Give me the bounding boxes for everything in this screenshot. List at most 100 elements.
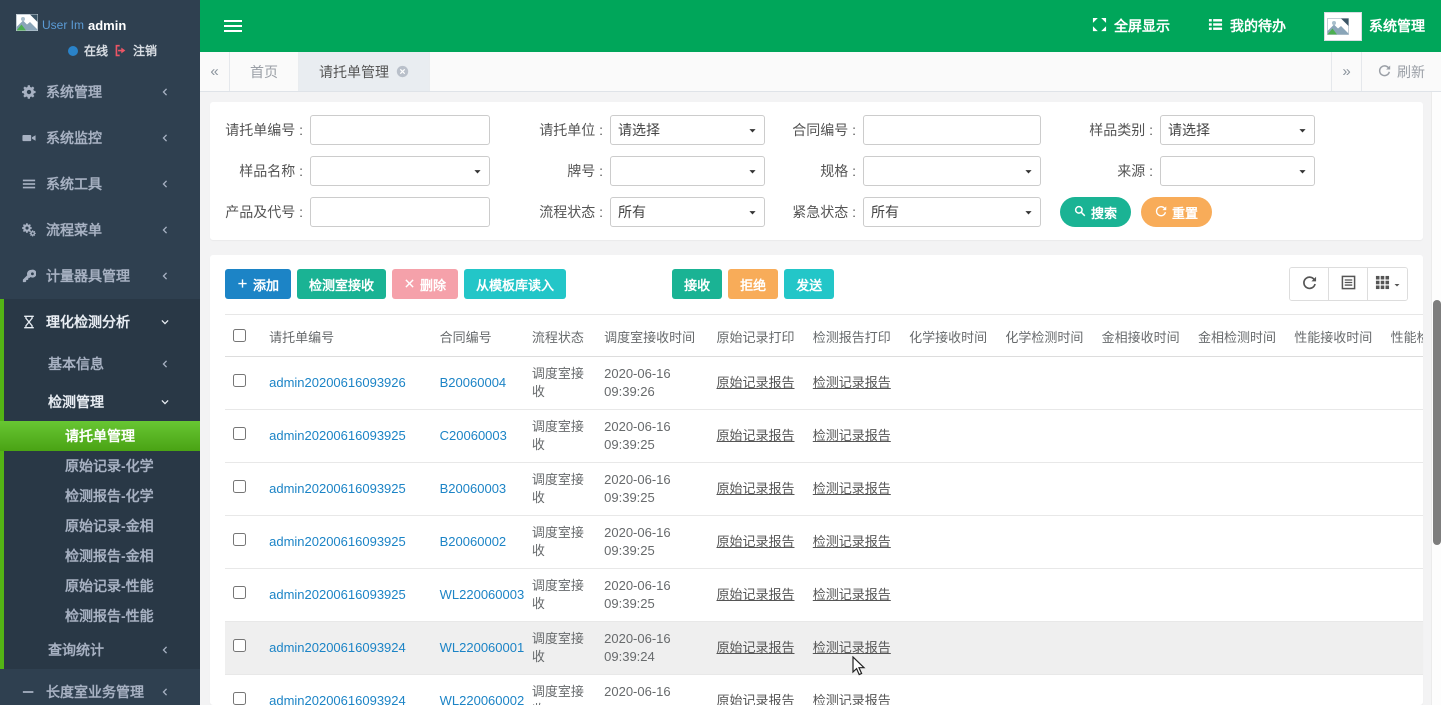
logout-link[interactable]: 注销 [133,42,157,59]
urgent-status-select[interactable]: 所有 [863,197,1041,227]
original-record-report-link[interactable]: 原始记录报告 [716,640,794,655]
contract-no-input[interactable] [863,115,1041,145]
column-header-perf-test-time[interactable]: 性能检测时间 [1382,315,1423,357]
column-header-perf-receive-time[interactable]: 性能接收时间 [1286,315,1383,357]
sidebar-item-requisition-management[interactable]: 请托单管理 [0,421,200,451]
contract-no-link[interactable]: WL220060002 [440,693,524,705]
column-header-test-report-print[interactable]: 检测报告打印 [804,315,902,357]
send-button[interactable]: 发送 [784,269,835,299]
column-header-requisition-no[interactable]: 请托单编号 [261,315,432,357]
requisition-no-link[interactable]: admin20200616093926 [269,375,406,390]
row-checkbox[interactable] [233,427,246,440]
requisition-no-input[interactable] [310,115,490,145]
requisition-no-link[interactable]: admin20200616093925 [269,534,406,549]
system-management-button[interactable]: 系统管理 [1324,11,1425,41]
contract-no-link[interactable]: B20060002 [440,534,507,549]
vertical-scrollbar[interactable] [1431,92,1441,705]
column-header-metallo-test-time[interactable]: 金相检测时间 [1189,315,1287,357]
table-refresh-button[interactable] [1290,268,1329,300]
requisition-no-link[interactable]: admin20200616093925 [269,428,406,443]
sidebar-item-system-tools[interactable]: 系统工具 [0,161,200,207]
refresh-tab-button[interactable]: 刷新 [1361,52,1441,91]
original-record-report-link[interactable]: 原始记录报告 [716,693,794,705]
sample-name-select[interactable] [310,156,490,186]
test-record-report-link[interactable]: 检测记录报告 [813,481,891,496]
my-todos-button[interactable]: 我的待办 [1208,16,1286,36]
original-record-report-link[interactable]: 原始记录报告 [716,587,794,602]
lab-receive-button[interactable]: 检测室接收 [297,269,387,299]
load-from-template-button[interactable]: 从模板库读入 [464,269,567,299]
sidebar-item-process-menu[interactable]: 流程菜单 [0,207,200,253]
test-record-report-link[interactable]: 检测记录报告 [813,587,891,602]
original-record-report-link[interactable]: 原始记录报告 [716,375,794,390]
sidebar-item-query-statistics[interactable]: 查询统计 [0,631,200,669]
row-checkbox[interactable] [233,586,246,599]
product-code-input[interactable] [310,197,490,227]
sidebar-item-measuring-instrument-management[interactable]: 计量器具管理 [0,253,200,299]
sidebar-item-test-report-metallographic[interactable]: 检测报告-金相 [0,541,200,571]
close-tab-icon[interactable] [396,65,409,78]
sidebar-item-physicochemical-analysis[interactable]: 理化检测分析 [0,299,200,345]
sidebar-item-system-management[interactable]: 系统管理 [0,69,200,115]
original-record-report-link[interactable]: 原始记录报告 [716,534,794,549]
fullscreen-button[interactable]: 全屏显示 [1092,16,1170,36]
tab-requisition-management[interactable]: 请托单管理 [299,52,430,91]
source-select[interactable] [1160,156,1315,186]
row-checkbox[interactable] [233,374,246,387]
sidebar-toggle-button[interactable] [224,15,250,37]
column-header-chem-test-time[interactable]: 化学检测时间 [997,315,1094,357]
specification-select[interactable] [863,156,1041,186]
test-record-report-link[interactable]: 检测记录报告 [813,428,891,443]
sidebar-item-raw-record-chemical[interactable]: 原始记录-化学 [0,451,200,481]
sidebar-item-basic-info[interactable]: 基本信息 [0,345,200,383]
row-checkbox[interactable] [233,480,246,493]
contract-no-link[interactable]: B20060004 [440,375,507,390]
test-record-report-link[interactable]: 检测记录报告 [813,640,891,655]
column-header-chem-receive-time[interactable]: 化学接收时间 [901,315,998,357]
column-header-dispatch-receive-time[interactable]: 调度室接收时间 [596,315,709,357]
column-header-flow-status[interactable]: 流程状态 [523,315,597,357]
reset-button[interactable]: 重置 [1141,197,1213,227]
flow-status-select[interactable]: 所有 [610,197,765,227]
row-checkbox[interactable] [233,692,246,705]
row-checkbox[interactable] [233,533,246,546]
receive-button[interactable]: 接收 [672,269,723,299]
add-button[interactable]: 添加 [225,269,292,299]
tabs-scroll-right-button[interactable]: » [1331,52,1361,91]
test-record-report-link[interactable]: 检测记录报告 [813,693,891,705]
toggle-view-button[interactable] [1329,268,1368,300]
sidebar-item-raw-record-metallographic[interactable]: 原始记录-金相 [0,511,200,541]
search-button[interactable]: 搜索 [1060,197,1132,227]
requisition-no-link[interactable]: admin20200616093925 [269,481,406,496]
sidebar-item-raw-record-performance[interactable]: 原始记录-性能 [0,571,200,601]
select-all-checkbox[interactable] [233,328,246,342]
sidebar-item-length-room-business-management[interactable]: 长度室业务管理 [0,669,200,705]
sidebar-item-test-report-performance[interactable]: 检测报告-性能 [0,601,200,631]
requisition-no-link[interactable]: admin20200616093925 [269,587,406,602]
column-header-raw-record-print[interactable]: 原始记录打印 [708,315,805,357]
online-link[interactable]: 在线 [84,42,108,59]
row-checkbox[interactable] [233,639,246,652]
reject-button[interactable]: 拒绝 [728,269,779,299]
delete-button[interactable]: 删除 [392,269,459,299]
original-record-report-link[interactable]: 原始记录报告 [716,428,794,443]
contract-no-link[interactable]: WL220060001 [440,640,524,655]
columns-button[interactable] [1368,268,1407,300]
requisition-no-link[interactable]: admin20200616093924 [269,693,406,705]
tab-home[interactable]: 首页 [230,52,299,91]
column-header-metallo-receive-time[interactable]: 金相接收时间 [1093,315,1190,357]
tabs-scroll-left-button[interactable]: « [200,52,230,91]
sidebar-item-inspection-management[interactable]: 检测管理 [0,383,200,421]
sidebar-item-test-report-chemical[interactable]: 检测报告-化学 [0,481,200,511]
contract-no-link[interactable]: B20060003 [440,481,507,496]
client-unit-select[interactable]: 请选择 [610,115,765,145]
requisition-no-link[interactable]: admin20200616093924 [269,640,406,655]
test-record-report-link[interactable]: 检测记录报告 [813,375,891,390]
brand-no-select[interactable] [610,156,765,186]
contract-no-link[interactable]: C20060003 [440,428,507,443]
column-header-contract-no[interactable]: 合同编号 [431,315,524,357]
test-record-report-link[interactable]: 检测记录报告 [813,534,891,549]
contract-no-link[interactable]: WL220060003 [440,587,524,602]
original-record-report-link[interactable]: 原始记录报告 [716,481,794,496]
sample-category-select[interactable]: 请选择 [1160,115,1315,145]
